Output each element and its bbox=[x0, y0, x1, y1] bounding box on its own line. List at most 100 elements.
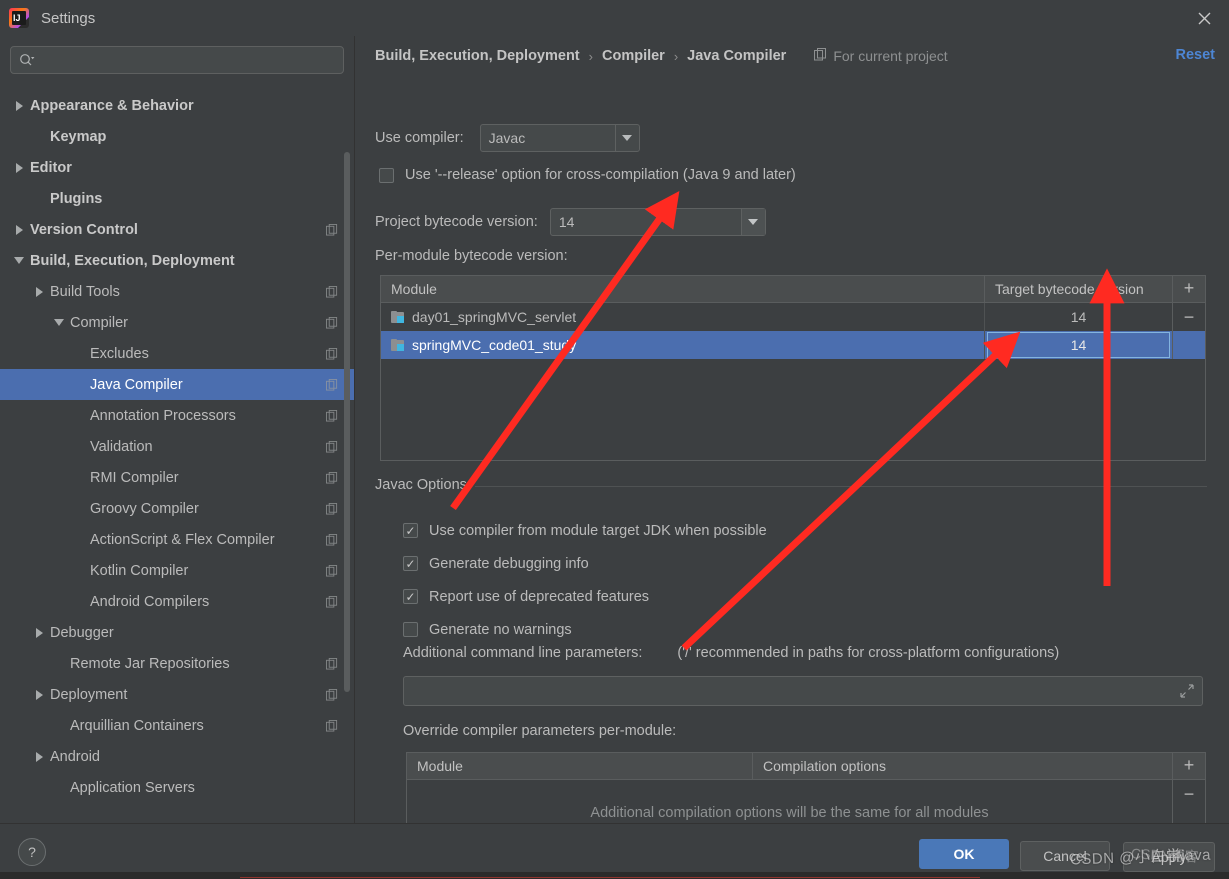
sidebar-item-label: Editor bbox=[30, 159, 72, 176]
javac-option-row[interactable]: Generate debugging info bbox=[403, 547, 767, 580]
module-table-header: Module Target bytecode version + − bbox=[381, 276, 1205, 326]
override-empty-message: Additional compilation options will be t… bbox=[590, 805, 989, 821]
chevron-down-icon[interactable] bbox=[48, 318, 70, 327]
sidebar-item-annotation-processors[interactable]: Annotation Processors bbox=[0, 400, 354, 431]
sidebar-item-compiler[interactable]: Compiler bbox=[0, 307, 354, 338]
table-row[interactable]: springMVC_code01_study 14 bbox=[381, 331, 1205, 359]
project-bytecode-dropdown[interactable]: 14 bbox=[549, 208, 766, 236]
watermark-secondary: CSDN博客 bbox=[1130, 845, 1200, 865]
javac-option-row[interactable]: Generate no warnings bbox=[403, 613, 767, 646]
sidebar-item-build-tools[interactable]: Build Tools bbox=[0, 276, 354, 307]
for-current-project-label: For current project bbox=[833, 48, 948, 64]
sidebar-item-arquillian-containers[interactable]: Arquillian Containers bbox=[0, 710, 354, 741]
override-table-buttons: + − bbox=[1172, 753, 1205, 803]
sidebar-item-java-compiler[interactable]: Java Compiler bbox=[0, 369, 354, 400]
sidebar-item-validation[interactable]: Validation bbox=[0, 431, 354, 462]
sidebar-item-deployment[interactable]: Deployment bbox=[0, 679, 354, 710]
release-option-checkbox[interactable] bbox=[379, 167, 394, 183]
target-bytecode-cell[interactable]: 14 bbox=[984, 331, 1172, 359]
sidebar-item-rmi-compiler[interactable]: RMI Compiler bbox=[0, 462, 354, 493]
column-header-module[interactable]: Module bbox=[381, 276, 984, 302]
breadcrumb-separator-icon: › bbox=[588, 48, 593, 64]
copy-icon bbox=[814, 48, 827, 64]
project-scope-icon bbox=[326, 409, 338, 422]
sidebar-item-label: Debugger bbox=[50, 624, 114, 641]
sidebar-item-editor[interactable]: Editor bbox=[0, 152, 354, 183]
sidebar-item-debugger[interactable]: Debugger bbox=[0, 617, 354, 648]
chevron-right-icon[interactable] bbox=[28, 627, 50, 638]
additional-params-input[interactable] bbox=[403, 676, 1203, 706]
sidebar-scrollbar-track[interactable] bbox=[344, 94, 352, 692]
sidebar-item-keymap[interactable]: Keymap bbox=[0, 121, 354, 152]
sidebar-item-groovy-compiler[interactable]: Groovy Compiler bbox=[0, 493, 354, 524]
javac-option-row[interactable]: Report use of deprecated features bbox=[403, 580, 767, 613]
sidebar-item-label: ActionScript & Flex Compiler bbox=[90, 531, 275, 548]
reset-link[interactable]: Reset bbox=[1176, 47, 1216, 63]
chevron-right-icon[interactable] bbox=[8, 162, 30, 173]
breadcrumb-item-1[interactable]: Compiler bbox=[602, 48, 665, 64]
additional-params-label: Additional command line parameters: bbox=[403, 645, 643, 661]
sidebar-scrollbar-thumb[interactable] bbox=[344, 152, 350, 692]
javac-option-checkbox[interactable] bbox=[403, 589, 418, 604]
javac-option-checkbox[interactable] bbox=[403, 523, 418, 538]
per-module-label-row: Per-module bytecode version: bbox=[356, 248, 568, 264]
close-icon[interactable] bbox=[1189, 4, 1219, 32]
module-name-cell[interactable]: springMVC_code01_study bbox=[381, 331, 984, 359]
sidebar-item-excludes[interactable]: Excludes bbox=[0, 338, 354, 369]
project-bytecode-row: Project bytecode version: 14 bbox=[356, 208, 766, 236]
plus-icon[interactable]: + bbox=[1184, 279, 1195, 297]
project-scope-icon bbox=[326, 471, 338, 484]
search-box[interactable] bbox=[10, 46, 344, 74]
module-name-cell[interactable]: day01_springMVC_servlet bbox=[381, 303, 984, 331]
help-icon[interactable]: ? bbox=[18, 838, 46, 866]
target-bytecode-cell[interactable]: 14 bbox=[984, 303, 1172, 331]
sidebar-item-label: Build Tools bbox=[50, 283, 120, 300]
sidebar-item-label: Deployment bbox=[50, 686, 128, 703]
sidebar-item-application-servers[interactable]: Application Servers bbox=[0, 772, 354, 803]
sidebar-item-version-control[interactable]: Version Control bbox=[0, 214, 354, 245]
breadcrumb-item-0[interactable]: Build, Execution, Deployment bbox=[375, 48, 580, 64]
sidebar-item-plugins[interactable]: Plugins bbox=[0, 183, 354, 214]
use-compiler-value: Javac bbox=[488, 130, 526, 146]
sidebar-item-android[interactable]: Android bbox=[0, 741, 354, 772]
use-compiler-dropdown[interactable]: Javac bbox=[479, 124, 640, 152]
column-header-compilation-options[interactable]: Compilation options bbox=[752, 753, 1172, 779]
project-bytecode-value[interactable]: 14 bbox=[551, 214, 741, 230]
chevron-right-icon[interactable] bbox=[8, 224, 30, 235]
sidebar-item-kotlin-compiler[interactable]: Kotlin Compiler bbox=[0, 555, 354, 586]
javac-option-checkbox[interactable] bbox=[403, 556, 418, 571]
table-row[interactable]: day01_springMVC_servlet 14 bbox=[381, 303, 1205, 331]
ok-button[interactable]: OK bbox=[919, 839, 1009, 869]
sidebar-item-label: Keymap bbox=[50, 128, 107, 145]
sidebar-item-appearance-behavior[interactable]: Appearance & Behavior bbox=[0, 90, 354, 121]
sidebar-item-build-execution-deployment[interactable]: Build, Execution, Deployment bbox=[0, 245, 354, 276]
column-header-target-bytecode[interactable]: Target bytecode version bbox=[984, 276, 1172, 302]
javac-option-row[interactable]: Use compiler from module target JDK when… bbox=[403, 514, 767, 547]
chevron-down-icon[interactable] bbox=[740, 209, 765, 235]
release-option-label: Use '--release' option for cross-compila… bbox=[405, 167, 796, 183]
expand-icon[interactable] bbox=[1180, 684, 1194, 701]
sidebar-item-label: Appearance & Behavior bbox=[30, 97, 194, 114]
project-scope-icon bbox=[326, 719, 338, 732]
sidebar-item-android-compilers[interactable]: Android Compilers bbox=[0, 586, 354, 617]
settings-dialog: IJ Settings Appearance & Behavior Keymap… bbox=[0, 0, 1229, 879]
release-option-row[interactable]: Use '--release' option for cross-compila… bbox=[356, 167, 796, 183]
plus-icon[interactable]: + bbox=[1184, 756, 1195, 774]
target-bytecode-editor[interactable]: 14 bbox=[987, 332, 1170, 358]
chevron-right-icon[interactable] bbox=[28, 286, 50, 297]
javac-option-checkbox[interactable] bbox=[403, 622, 418, 637]
sidebar-item-remote-jar-repositories[interactable]: Remote Jar Repositories bbox=[0, 648, 354, 679]
settings-tree: Appearance & Behavior Keymap Editor Plugins… bbox=[0, 86, 354, 823]
chevron-down-icon[interactable] bbox=[8, 256, 30, 265]
project-scope-icon bbox=[326, 440, 338, 453]
chevron-right-icon[interactable] bbox=[28, 689, 50, 700]
sidebar-item-label: Android bbox=[50, 748, 100, 765]
sidebar-item-actionscript-flex-compiler[interactable]: ActionScript & Flex Compiler bbox=[0, 524, 354, 555]
chevron-right-icon[interactable] bbox=[8, 100, 30, 111]
search-input[interactable] bbox=[40, 52, 335, 68]
chevron-right-icon[interactable] bbox=[28, 751, 50, 762]
window-title: Settings bbox=[41, 9, 96, 27]
column-header-module-override[interactable]: Module bbox=[407, 753, 752, 779]
sidebar-item-label: Validation bbox=[90, 438, 153, 455]
sidebar-item-label: Java Compiler bbox=[90, 376, 183, 393]
